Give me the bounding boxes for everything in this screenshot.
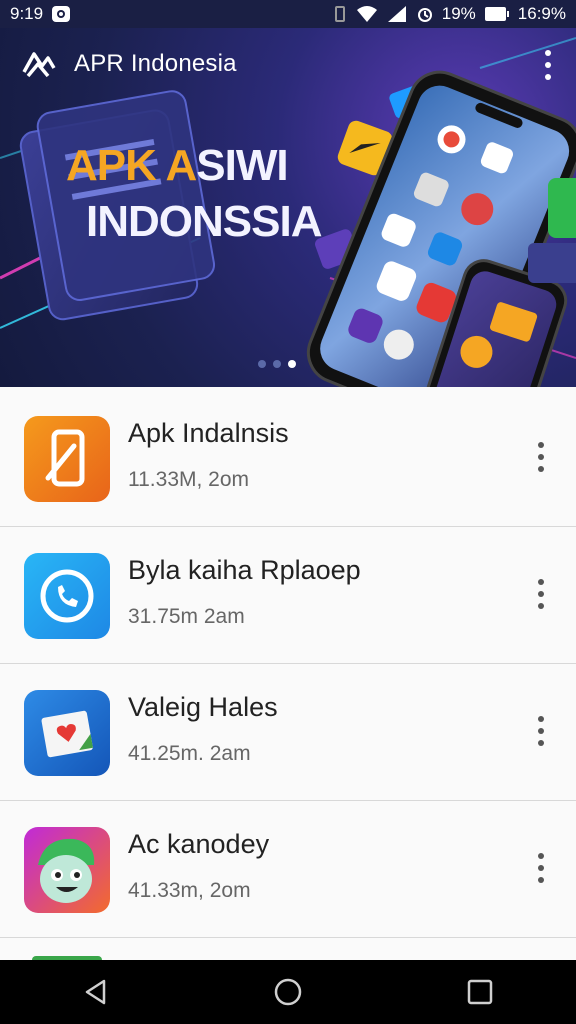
app-name: Valeig Hales bbox=[128, 692, 278, 722]
photo-heart-icon bbox=[24, 690, 110, 776]
app-meta: 11.33M, 2om bbox=[128, 468, 250, 491]
more-vert-icon[interactable] bbox=[536, 442, 546, 472]
app-logo-icon bbox=[20, 46, 56, 82]
back-triangle-icon[interactable] bbox=[66, 962, 126, 1022]
recents-square-icon[interactable] bbox=[450, 962, 510, 1022]
banner-title-orange: APK A bbox=[66, 141, 197, 190]
status-time: 9:19 bbox=[10, 4, 44, 23]
battery-time-text: 16:9% bbox=[517, 4, 566, 23]
battery-icon bbox=[484, 6, 510, 22]
app-meta: 31.75m 2am bbox=[128, 605, 245, 628]
page-dot-active[interactable] bbox=[288, 360, 296, 368]
banner-title-white: SIWI bbox=[196, 141, 288, 190]
app-meta: 41.33m, 2om bbox=[128, 879, 251, 902]
banner-page-indicator[interactable] bbox=[258, 360, 296, 368]
page-dot[interactable] bbox=[273, 360, 281, 368]
signal-icon bbox=[386, 5, 408, 23]
phone-call-icon bbox=[24, 553, 110, 639]
app-name: Apk Indalnsis bbox=[128, 418, 289, 448]
cartoon-face-icon bbox=[24, 827, 110, 913]
more-vert-icon[interactable] bbox=[542, 50, 554, 80]
header-banner: APR Indonesia APK ASIWI INDONSSIA bbox=[0, 28, 576, 387]
app-meta: 41.25m. 2am bbox=[128, 742, 251, 765]
app-toolbar: APR Indonesia bbox=[0, 28, 576, 100]
more-vert-icon[interactable] bbox=[536, 579, 546, 609]
list-item[interactable]: Byla kaiha Rplaoep 31.75m 2am bbox=[0, 527, 576, 664]
status-bar: 9:19 19% 16:9% bbox=[0, 0, 576, 28]
app-list: Apk Indalnsis 11.33M, 2om Byla kaiha Rpl… bbox=[0, 390, 576, 938]
alarm-icon bbox=[416, 5, 434, 23]
wifi-icon bbox=[356, 5, 378, 23]
system-nav-bar bbox=[0, 960, 576, 1024]
page-dot[interactable] bbox=[258, 360, 266, 368]
home-circle-icon[interactable] bbox=[258, 962, 318, 1022]
list-item[interactable]: Apk Indalnsis 11.33M, 2om bbox=[0, 390, 576, 527]
more-vert-icon[interactable] bbox=[536, 853, 546, 883]
banner-subtitle: INDONSSIA bbox=[86, 197, 322, 246]
app-name: Byla kaiha Rplaoep bbox=[128, 555, 361, 585]
vibrate-icon bbox=[332, 5, 348, 23]
list-item[interactable]: Valeig Hales 41.25m. 2am bbox=[0, 664, 576, 801]
list-item-peek bbox=[0, 946, 576, 962]
battery-percent-text: 19% bbox=[441, 4, 476, 23]
notification-icon bbox=[51, 5, 71, 23]
more-vert-icon[interactable] bbox=[536, 716, 546, 746]
banner-headline: APK ASIWI INDONSSIA bbox=[66, 141, 322, 246]
phone-edit-icon bbox=[24, 416, 110, 502]
app-name: Ac kanodey bbox=[128, 829, 270, 859]
toolbar-title: APR Indonesia bbox=[74, 50, 237, 77]
list-item[interactable]: Ac kanodey 41.33m, 2om bbox=[0, 801, 576, 938]
